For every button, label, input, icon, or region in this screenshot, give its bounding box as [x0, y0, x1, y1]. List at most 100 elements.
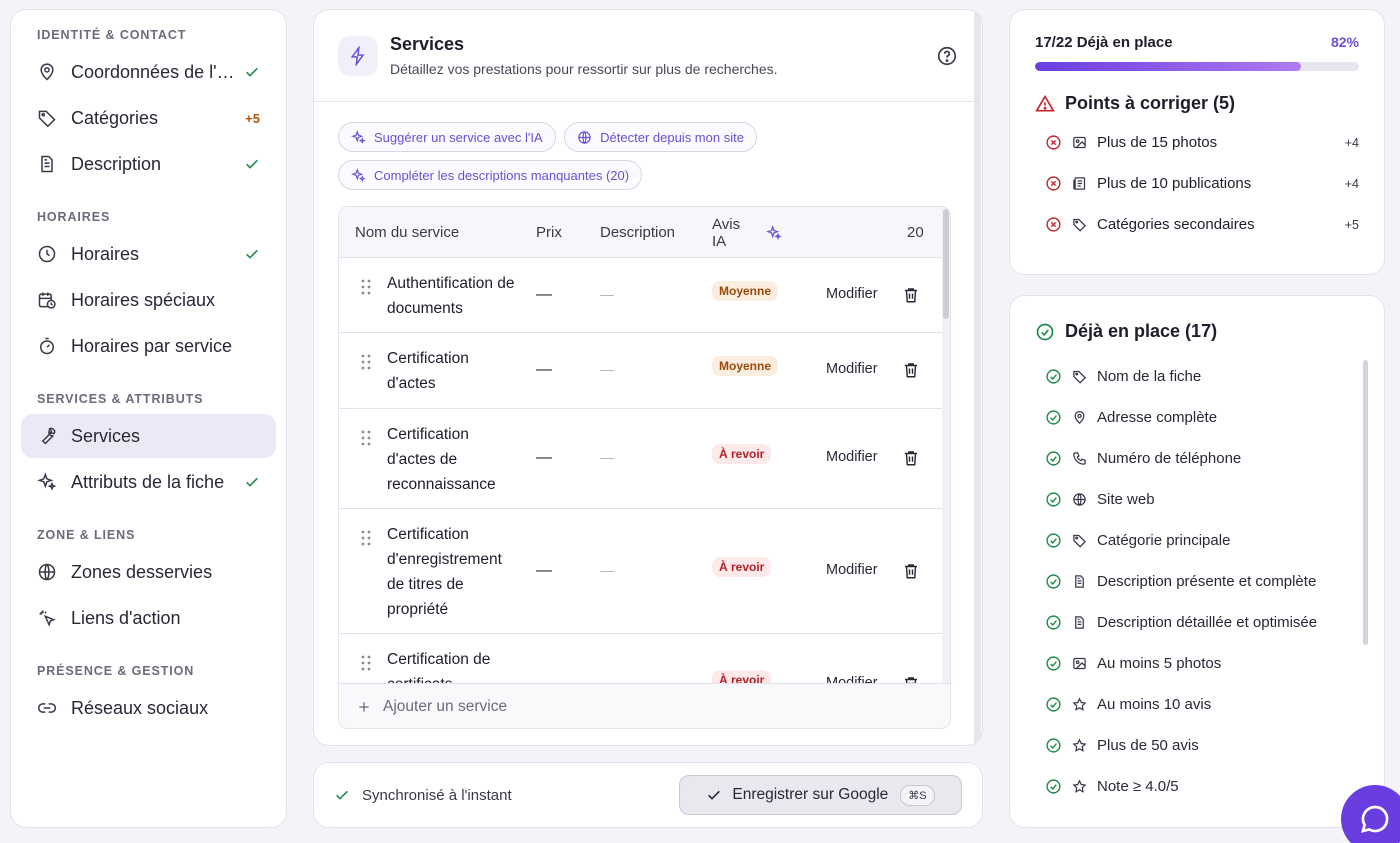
save-to-google-button[interactable]: Enregistrer sur Google ⌘S	[679, 775, 962, 815]
drag-handle-icon[interactable]	[360, 655, 372, 671]
trash-icon[interactable]	[902, 286, 918, 304]
count-badge: +5	[245, 110, 260, 126]
fix-item[interactable]: Catégories secondaires +5	[1045, 204, 1359, 245]
section-title: PRÉSENCE & GESTION	[37, 664, 195, 678]
col-description-header[interactable]: Description	[600, 207, 675, 258]
ai-rating-badge: À revoir	[712, 557, 772, 577]
sidebar-item-coordonnees[interactable]: Coordonnées de l'établissement	[21, 50, 276, 94]
add-service-button[interactable]: Ajouter un service	[339, 683, 950, 728]
sidebar-item-horaires-par-service[interactable]: Horaires par service	[21, 324, 276, 368]
check-icon	[244, 64, 260, 80]
sidebar-item-categories[interactable]: Catégories +5	[21, 96, 276, 140]
sidebar-item-services[interactable]: Services	[21, 414, 276, 458]
chip-label: Détecter depuis mon site	[600, 129, 744, 145]
sparkles-icon	[351, 167, 366, 182]
service-price: —	[536, 286, 552, 303]
sidebar-item-attributs[interactable]: Attributs de la fiche	[21, 460, 276, 504]
sidebar-item-label: Réseaux sociaux	[71, 697, 209, 718]
col-name-header[interactable]: Nom du service	[355, 207, 459, 258]
done-item-label: Adresse complète	[1097, 409, 1218, 426]
main-scrollbar[interactable]	[974, 12, 981, 743]
col-price-header[interactable]: Prix	[536, 207, 562, 258]
service-price: —	[536, 449, 552, 466]
edit-button[interactable]: Modifier	[826, 562, 878, 578]
edit-button[interactable]: Modifier	[826, 675, 878, 683]
progress-fill	[1035, 62, 1301, 71]
sidebar-item-horaires[interactable]: Horaires	[21, 232, 276, 276]
service-name: Certification d'enregistrement de titres…	[387, 526, 502, 618]
fix-item-label: Plus de 15 photos	[1097, 134, 1218, 151]
done-item[interactable]: Adresse complète	[1045, 397, 1359, 438]
add-service-label: Ajouter un service	[383, 697, 508, 715]
done-item[interactable]: Au moins 5 photos	[1045, 643, 1359, 684]
warning-icon	[1035, 94, 1055, 111]
service-name: Certification d'actes de reconnaissance	[387, 426, 496, 493]
done-item-label: Au moins 5 photos	[1097, 655, 1222, 672]
fix-item-count: +4	[1344, 176, 1359, 191]
document-icon	[1072, 615, 1087, 630]
completion-panel: 17/22 Déjà en place 82% Points à corrige…	[1009, 9, 1385, 275]
sidebar-section: IDENTITÉ & CONTACT Coordonnées de l'étab…	[21, 26, 276, 186]
sidebar-item-label: Horaires	[71, 243, 140, 264]
table-body: Authentification de documents — — Moyenn…	[339, 258, 942, 683]
check-icon	[244, 474, 260, 490]
sidebar-item-reseaux[interactable]: Réseaux sociaux	[21, 686, 276, 730]
section-title: ZONE & LIENS	[37, 528, 136, 542]
fix-item-label: Plus de 10 publications	[1097, 175, 1252, 192]
detect-site-button[interactable]: Détecter depuis mon site	[564, 122, 757, 152]
plus-icon	[359, 701, 369, 712]
table-row: Certification de certificats — — À revoi…	[339, 634, 942, 683]
col-ai-header[interactable]: Avis IA	[712, 207, 752, 258]
ai-rating-badge: Moyenne	[712, 281, 779, 301]
done-item[interactable]: Plus de 50 avis	[1045, 725, 1359, 766]
fix-item[interactable]: Plus de 10 publications +4	[1045, 163, 1359, 204]
edit-button[interactable]: Modifier	[826, 286, 878, 302]
service-description: —	[600, 675, 614, 683]
table-row: Certification d'enregistrement de titres…	[339, 509, 942, 634]
done-list: Nom de la fiche Adresse complète Numéro de…	[1035, 356, 1359, 807]
sidebar-item-description[interactable]: Description	[21, 142, 276, 186]
drag-handle-icon[interactable]	[360, 430, 372, 446]
done-item-label: Catégorie principale	[1097, 532, 1231, 549]
done-item[interactable]: Description présente et complète	[1045, 561, 1359, 602]
wrench-icon	[37, 426, 57, 446]
scrollbar-thumb[interactable]	[943, 209, 949, 319]
check-circle-icon	[1045, 409, 1062, 426]
done-item[interactable]: Numéro de téléphone	[1045, 438, 1359, 479]
service-name: Authentification de documents	[387, 275, 515, 317]
done-item-label: Au moins 10 avis	[1097, 696, 1212, 713]
drag-handle-icon[interactable]	[360, 530, 372, 546]
done-item[interactable]: Au moins 10 avis	[1045, 684, 1359, 725]
drag-handle-icon[interactable]	[360, 279, 372, 295]
section-title: IDENTITÉ & CONTACT	[37, 28, 187, 42]
done-scrollbar[interactable]	[1363, 360, 1368, 645]
sidebar-item-horaires-speciaux[interactable]: Horaires spéciaux	[21, 278, 276, 322]
done-item[interactable]: Note ≥ 4.0/5	[1045, 766, 1359, 807]
completion-label: 17/22 Déjà en place	[1035, 34, 1173, 51]
tag-icon	[37, 108, 57, 128]
fix-item[interactable]: Plus de 15 photos +4	[1045, 122, 1359, 163]
trash-icon[interactable]	[902, 562, 918, 580]
trash-icon[interactable]	[902, 449, 918, 467]
done-item[interactable]: Catégorie principale	[1045, 520, 1359, 561]
edit-button[interactable]: Modifier	[826, 449, 878, 465]
check-icon	[244, 246, 260, 262]
timer-icon	[37, 336, 57, 356]
sidebar-item-zones[interactable]: Zones desservies	[21, 550, 276, 594]
done-item[interactable]: Site web	[1045, 479, 1359, 520]
globe-icon	[578, 130, 591, 144]
done-item[interactable]: Description détaillée et optimisée	[1045, 602, 1359, 643]
done-item[interactable]: Nom de la fiche	[1045, 356, 1359, 397]
complete-descriptions-button[interactable]: Compléter les descriptions manquantes (2…	[338, 160, 643, 190]
trash-icon[interactable]	[902, 675, 918, 683]
trash-icon[interactable]	[902, 361, 918, 379]
drag-handle-icon[interactable]	[360, 354, 372, 370]
edit-button[interactable]: Modifier	[826, 361, 878, 377]
help-icon[interactable]	[936, 45, 958, 67]
sidebar-item-liens-action[interactable]: Liens d'action	[21, 596, 276, 640]
action-chips: Suggérer un service avec l'IA Détecter d…	[314, 102, 982, 198]
error-circle-icon	[1045, 134, 1062, 151]
suggest-ai-button[interactable]: Suggérer un service avec l'IA	[338, 122, 556, 152]
table-scrollbar[interactable]	[942, 207, 950, 728]
sync-status: Synchronisé à l'instant	[362, 786, 512, 804]
